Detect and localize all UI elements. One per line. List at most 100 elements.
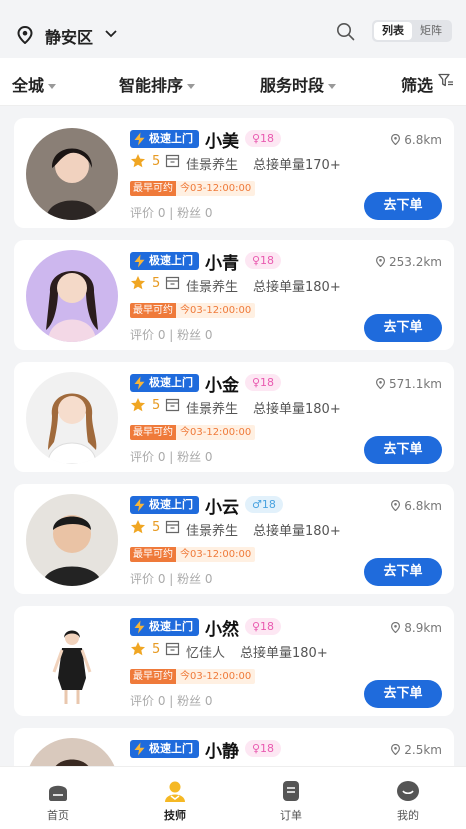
- place-order-button[interactable]: 去下单: [364, 558, 442, 586]
- distance-value: 2.5km: [404, 743, 442, 757]
- earliest-available: 最早可约 今03-12:00:00: [130, 181, 256, 196]
- location-pin-icon: [391, 134, 401, 145]
- filter-timeslot[interactable]: 服务时段: [260, 72, 337, 96]
- total-orders: 总接单量180+: [253, 280, 341, 295]
- therapist-name: 小金: [205, 376, 239, 396]
- distance-value: 6.8km: [404, 133, 442, 147]
- rating-score: 5: [152, 398, 161, 413]
- tab-orders-label: 订单: [280, 809, 302, 822]
- avatar: [26, 616, 118, 708]
- dropdown-triangle-icon: [48, 84, 57, 89]
- lightning-icon: [134, 620, 145, 634]
- earliest-available: 最早可约 今03-12:00:00: [130, 547, 256, 562]
- total-orders: 总接单量180+: [253, 402, 341, 417]
- distance-value: 6.8km: [404, 499, 442, 513]
- shop-name: 忆佳人: [186, 646, 226, 661]
- location-pin-icon: [376, 378, 385, 389]
- therapist-card[interactable]: 极速上门 小美 ♀18 6.8km 5 佳景养生 总接单量170+ 最早可约 今0…: [14, 118, 454, 228]
- shop-icon: [165, 276, 180, 290]
- filter-sort-label: 智能排序: [119, 76, 184, 95]
- speed-service-badge: 极速上门: [130, 496, 199, 514]
- distance-value: 571.1km: [389, 377, 442, 391]
- review-fans-stats: 评价 0 | 粉丝 0: [130, 206, 213, 220]
- earliest-time: 今03-12:00:00: [176, 303, 256, 318]
- filter-bar: 全城 智能排序 服务时段 筛选: [0, 58, 466, 106]
- star-icon: [131, 154, 145, 168]
- location-pin-icon: [391, 500, 401, 511]
- gender-age-badge: ♀18: [245, 130, 282, 147]
- speed-badge-label: 极速上门: [149, 132, 193, 145]
- lightning-icon: [134, 498, 145, 512]
- gender-age-badge: ♀18: [245, 740, 282, 757]
- therapist-card[interactable]: 极速上门 小静 ♀18 2.5km: [14, 728, 454, 766]
- star-icon: [131, 276, 145, 290]
- tab-home[interactable]: 首页: [0, 767, 116, 829]
- filter-city-label: 全城: [12, 76, 45, 95]
- speed-service-badge: 极速上门: [130, 618, 199, 636]
- view-grid-button[interactable]: 矩阵: [412, 22, 450, 40]
- speed-service-badge: 极速上门: [130, 374, 199, 392]
- tab-technicians-label: 技师: [164, 809, 186, 822]
- therapist-card[interactable]: 极速上门 小然 ♀18 8.9km 5 忆佳人 总接单量180+ 最早可约 今03…: [14, 606, 454, 716]
- earliest-time: 今03-12:00:00: [176, 425, 256, 440]
- speed-badge-label: 极速上门: [149, 620, 193, 633]
- review-fans-stats: 评价 0 | 粉丝 0: [130, 694, 213, 708]
- speed-badge-label: 极速上门: [149, 376, 193, 389]
- avatar: [26, 250, 118, 342]
- shop-name: 佳景养生: [186, 524, 239, 539]
- filter-more[interactable]: 筛选: [401, 72, 433, 96]
- location-pin-icon[interactable]: [17, 26, 33, 44]
- tab-orders[interactable]: 订单: [233, 767, 349, 829]
- total-orders: 总接单量180+: [253, 524, 341, 539]
- chevron-down-icon[interactable]: [104, 28, 118, 40]
- filter-city[interactable]: 全城: [12, 72, 57, 96]
- location-pin-icon: [376, 256, 385, 267]
- avatar: [26, 494, 118, 586]
- view-list-button[interactable]: 列表: [374, 22, 412, 40]
- earliest-tag: 最早可约: [130, 669, 176, 684]
- lightning-icon: [134, 742, 145, 756]
- dropdown-triangle-icon: [187, 84, 196, 89]
- location-pin-icon: [391, 744, 401, 755]
- review-fans-stats: 评价 0 | 粉丝 0: [130, 572, 213, 586]
- gender-age-badge: ♀18: [245, 618, 282, 635]
- star-icon: [131, 398, 145, 412]
- orders-icon: [283, 781, 299, 801]
- distance: 6.8km: [391, 499, 442, 513]
- earliest-tag: 最早可约: [130, 303, 176, 318]
- therapist-name: 小青: [205, 254, 239, 274]
- profile-icon: [397, 781, 419, 801]
- therapist-name: 小然: [205, 620, 239, 640]
- distance: 253.2km: [376, 255, 442, 269]
- filter-sort[interactable]: 智能排序: [119, 72, 196, 96]
- distance-value: 8.9km: [404, 621, 442, 635]
- rating-score: 5: [152, 642, 161, 657]
- filter-more-label: 筛选: [401, 76, 434, 95]
- place-order-button[interactable]: 去下单: [364, 680, 442, 708]
- distance: 6.8km: [391, 133, 442, 147]
- search-icon[interactable]: [336, 22, 355, 41]
- speed-badge-label: 极速上门: [149, 742, 193, 755]
- top-header: 静安区 列表 矩阵: [0, 0, 466, 58]
- filter-funnel-icon[interactable]: [438, 73, 454, 88]
- place-order-button[interactable]: 去下单: [364, 314, 442, 342]
- tab-technicians[interactable]: 技师: [117, 767, 233, 829]
- location-label[interactable]: 静安区: [45, 24, 93, 48]
- shop-icon: [165, 520, 180, 534]
- distance: 8.9km: [391, 621, 442, 635]
- earliest-available: 最早可约 今03-12:00:00: [130, 425, 256, 440]
- speed-badge-label: 极速上门: [149, 498, 193, 511]
- lightning-icon: [134, 132, 145, 146]
- therapist-list[interactable]: 极速上门 小美 ♀18 6.8km 5 佳景养生 总接单量170+ 最早可约 今0…: [0, 106, 466, 766]
- place-order-button[interactable]: 去下单: [364, 436, 442, 464]
- lightning-icon: [134, 376, 145, 390]
- therapist-card[interactable]: 极速上门 小云 ♂18 6.8km 5 佳景养生 总接单量180+ 最早可约 今0…: [14, 484, 454, 594]
- speed-service-badge: 极速上门: [130, 130, 199, 148]
- therapist-name: 小云: [205, 498, 239, 518]
- tab-mine[interactable]: 我的: [350, 767, 466, 829]
- therapist-card[interactable]: 极速上门 小青 ♀18 253.2km 5 佳景养生 总接单量180+ 最早可约…: [14, 240, 454, 350]
- place-order-button[interactable]: 去下单: [364, 192, 442, 220]
- therapist-card[interactable]: 极速上门 小金 ♀18 571.1km 5 佳景养生 总接单量180+ 最早可约…: [14, 362, 454, 472]
- review-fans-stats: 评价 0 | 粉丝 0: [130, 328, 213, 342]
- earliest-time: 今03-12:00:00: [176, 669, 256, 684]
